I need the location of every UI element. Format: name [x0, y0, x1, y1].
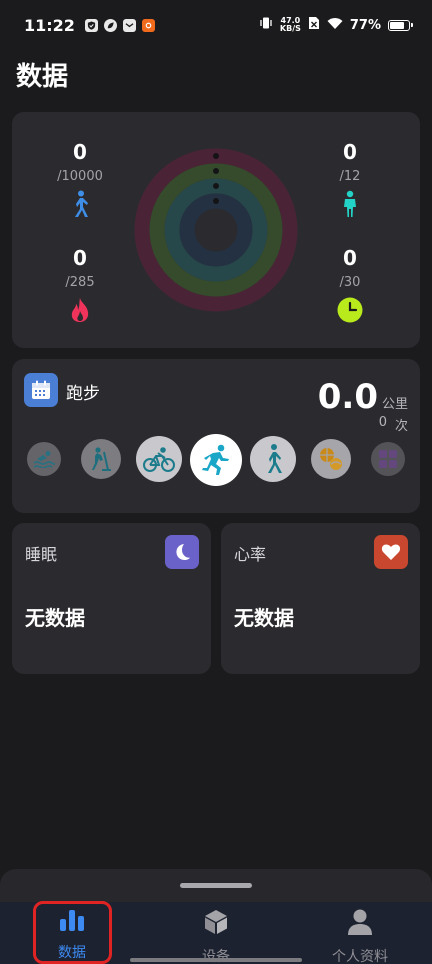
calories-goal: /285 — [65, 275, 95, 290]
battery-icon — [388, 19, 413, 31]
stand-stat: 0 /12 — [310, 140, 390, 218]
heart-rate-label: 心率 — [234, 545, 267, 564]
steps-value: 0 — [73, 140, 87, 164]
nav-label-profile: 个人资料 — [332, 949, 388, 964]
sleep-card[interactable]: 睡眠 无数据 — [12, 523, 211, 674]
calendar-icon — [24, 373, 58, 407]
steps-stat: 0 /10000 — [40, 140, 120, 218]
net-speed-unit: KB/S — [279, 24, 301, 33]
running-title: 跑步 — [66, 384, 100, 404]
swimming-icon[interactable] — [27, 442, 61, 476]
count-unit: 次 — [394, 419, 408, 434]
sleep-label: 睡眠 — [25, 545, 58, 564]
shield-check-icon — [84, 18, 98, 32]
drag-handle[interactable] — [180, 883, 252, 888]
page-title: 数据 — [16, 62, 69, 92]
standing-icon — [336, 190, 364, 218]
more-sports-icon[interactable] — [371, 442, 405, 476]
distance-value: 0.0 — [317, 377, 378, 417]
count-value: 0 — [378, 415, 387, 430]
walking-icon — [66, 190, 94, 218]
app-badge-icon — [141, 18, 155, 32]
vibrate-icon — [259, 16, 273, 34]
status-time: 11:22 — [24, 15, 75, 35]
no-sim-icon — [308, 16, 320, 34]
clock-icon — [336, 296, 364, 324]
nav-item-devices[interactable]: 设备 — [161, 908, 271, 964]
stand-goal: /12 — [339, 169, 361, 184]
running-distance: 0.0 公里 — [318, 377, 408, 417]
network-speed: 47.0 KB/S — [280, 17, 301, 33]
activity-rings — [134, 148, 298, 312]
leaf-icon — [103, 18, 117, 32]
flame-icon — [66, 296, 94, 324]
exercise-value: 0 — [343, 246, 357, 270]
activity-rings-card[interactable]: 0 /10000 0 /285 0 /12 0 /30 — [12, 112, 420, 348]
selection-highlight — [33, 901, 112, 964]
steps-goal: /10000 — [57, 169, 103, 184]
exercise-stat: 0 /30 — [310, 246, 390, 324]
running-count: 0 次 — [379, 415, 408, 434]
heart-icon — [374, 535, 408, 569]
calories-value: 0 — [73, 246, 87, 270]
cube-icon — [202, 908, 230, 940]
heart-rate-value: 无数据 — [234, 606, 294, 630]
person-icon — [347, 908, 373, 940]
moon-icon — [165, 535, 199, 569]
status-bar: 11:22 47.0 KB/S 77% — [0, 0, 432, 50]
wifi-icon — [327, 17, 343, 34]
cycling-icon[interactable] — [136, 436, 182, 482]
running-icon[interactable] — [190, 434, 242, 486]
nav-item-profile[interactable]: 个人资料 — [305, 908, 415, 964]
calories-stat: 0 /285 — [40, 246, 120, 324]
distance-unit: 公里 — [381, 397, 408, 412]
running-card[interactable]: 跑步 0.0 公里 0 次 — [12, 359, 420, 513]
sleep-value: 无数据 — [25, 606, 85, 630]
mail-icon — [122, 18, 136, 32]
home-indicator[interactable] — [130, 958, 302, 962]
walking-icon[interactable] — [250, 436, 296, 482]
exercise-goal: /30 — [339, 275, 361, 290]
heart-rate-card[interactable]: 心率 无数据 — [221, 523, 420, 674]
elliptical-icon[interactable] — [81, 439, 121, 479]
ball-sports-icon[interactable] — [311, 439, 351, 479]
battery-percent: 77% — [349, 17, 381, 33]
stand-value: 0 — [343, 140, 357, 164]
